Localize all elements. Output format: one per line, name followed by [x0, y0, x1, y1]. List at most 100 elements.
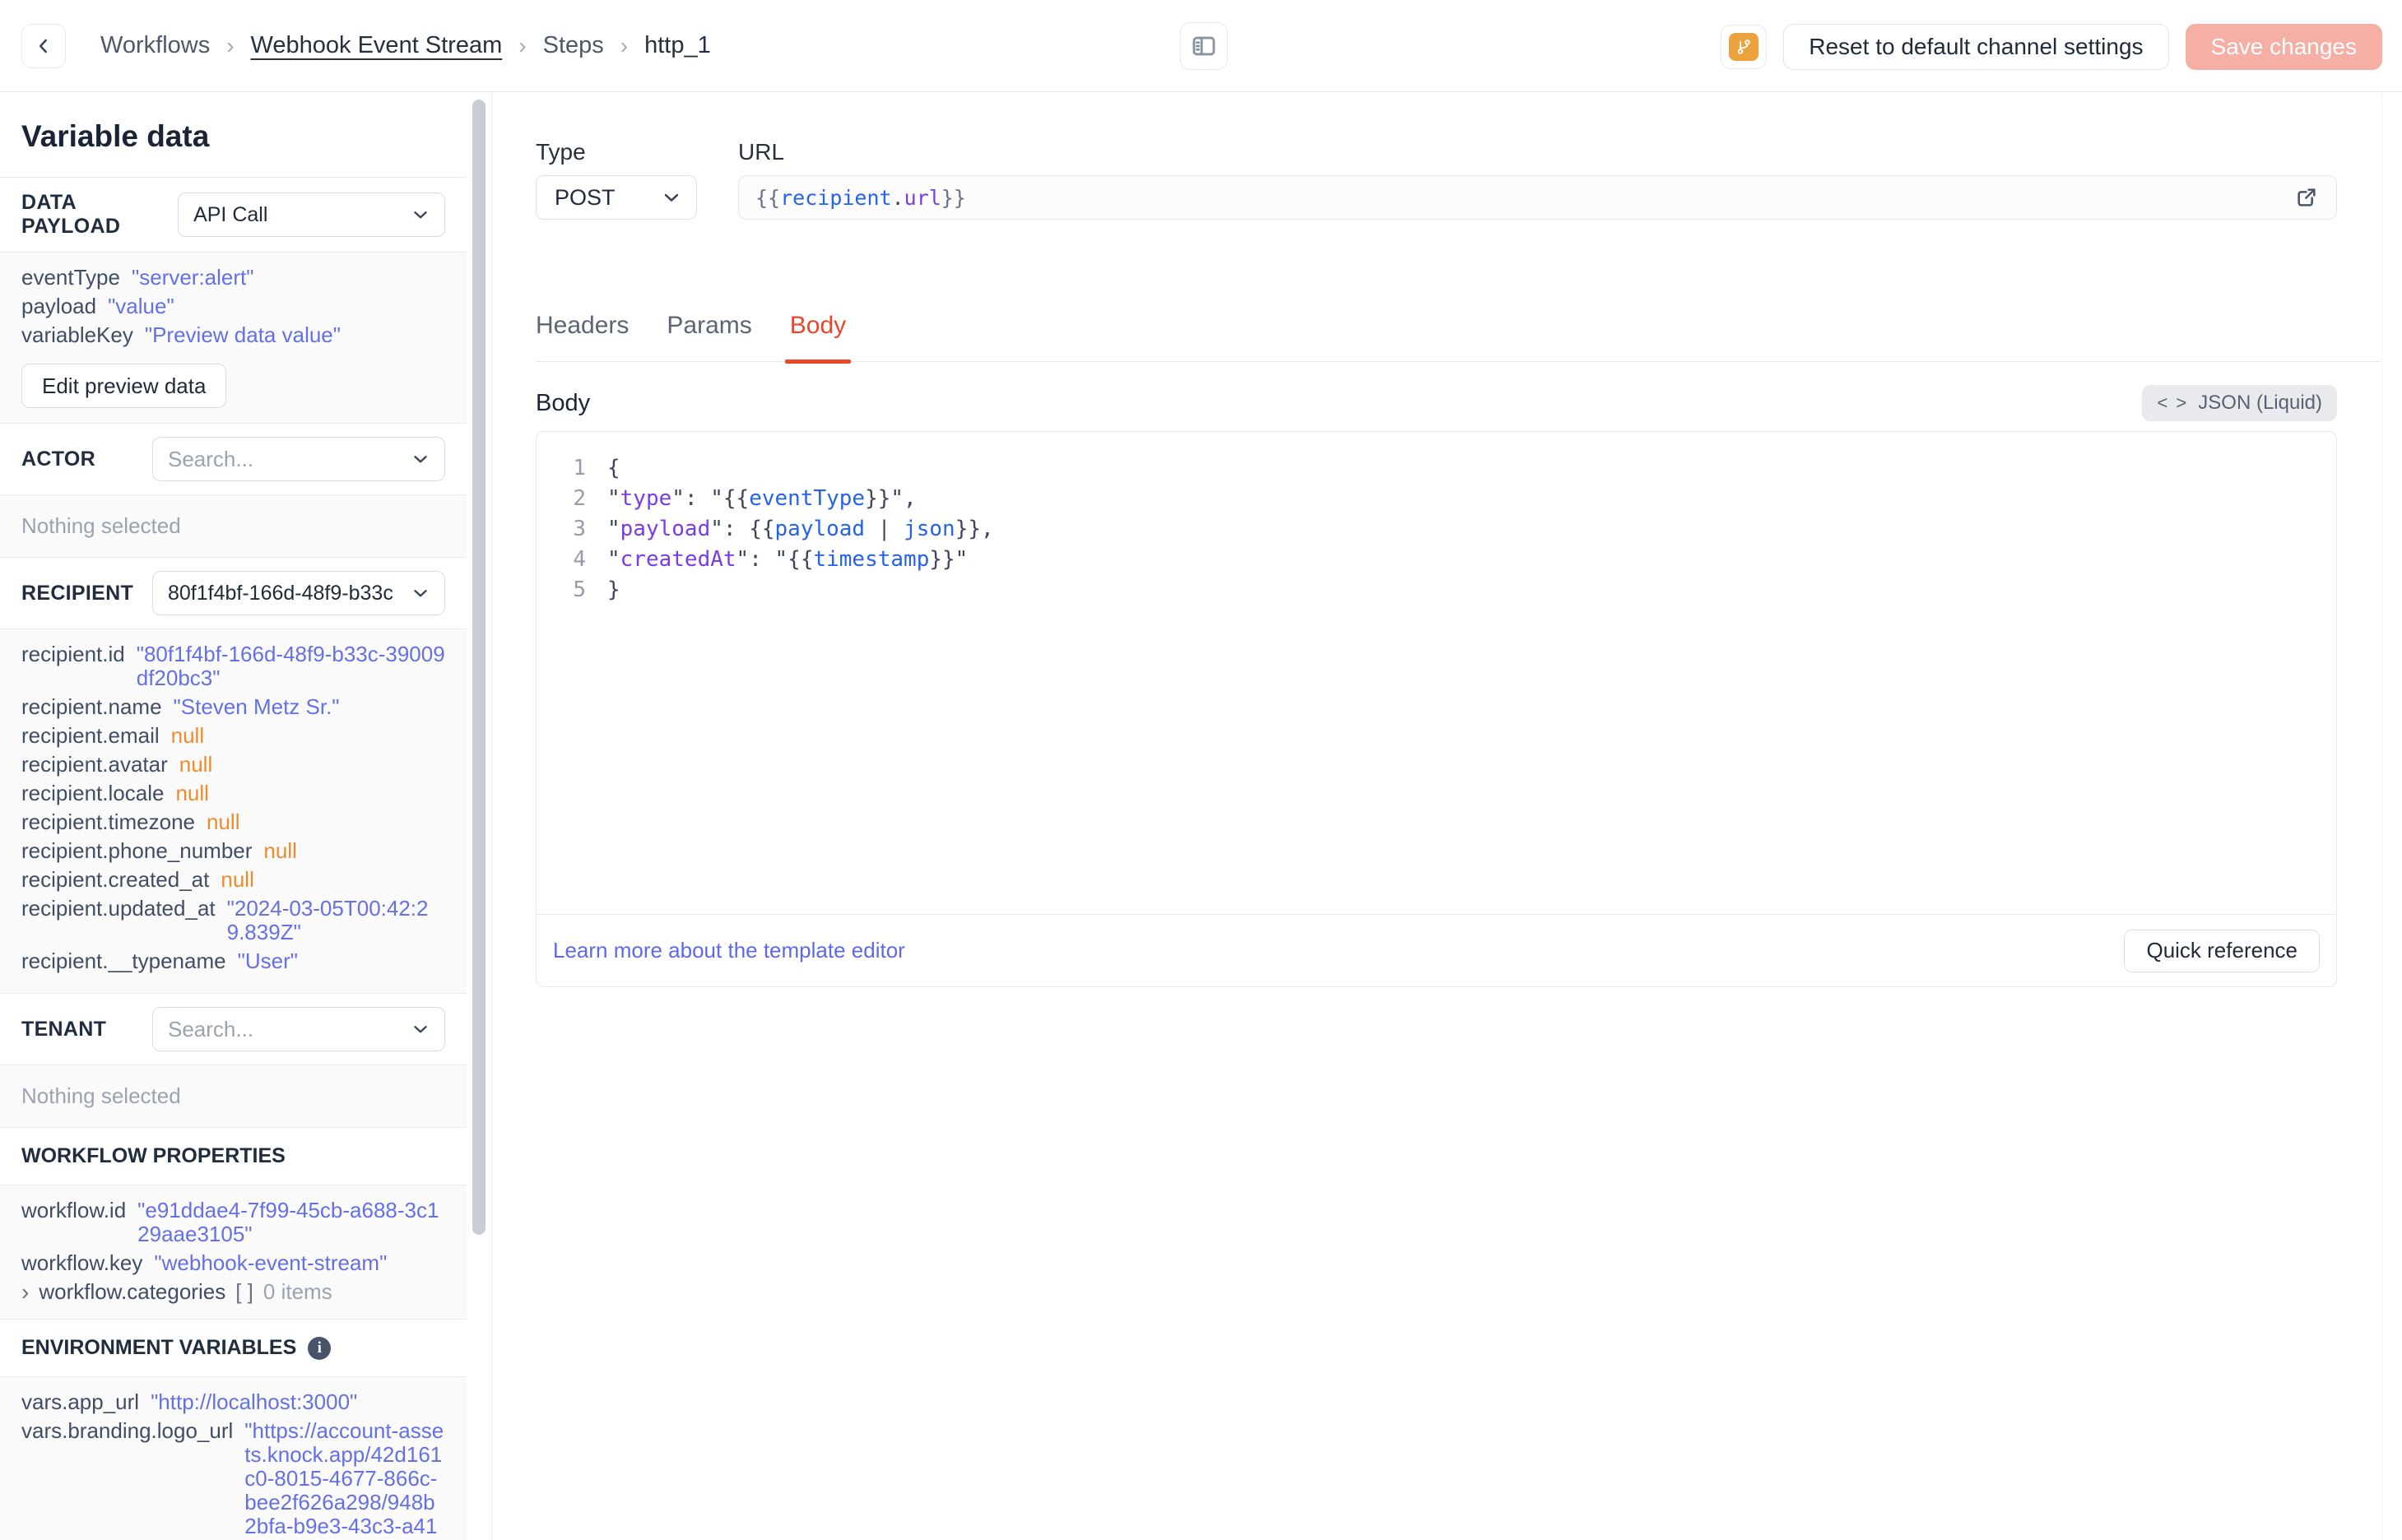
field-value: null — [221, 867, 254, 892]
field-key: eventType — [21, 265, 120, 290]
variable-data-sidebar: Variable data DATA PAYLOAD API Call even… — [0, 93, 492, 1540]
tenant-label: TENANT — [21, 1017, 107, 1041]
code-token: " — [607, 486, 620, 511]
toggle-sidebar-button[interactable] — [1180, 22, 1228, 70]
environment-fields: vars.app_url "http://localhost:3000" vars.… — [0, 1377, 467, 1540]
chevron-right-icon[interactable]: › — [21, 1280, 29, 1303]
field-key: workflow.id — [21, 1198, 127, 1222]
field-value: null — [170, 723, 205, 748]
language-badge[interactable]: < > JSON (Liquid) — [2142, 385, 2337, 421]
field-row: recipient.phone_number null — [21, 839, 445, 863]
code-token: ": "{{ — [736, 547, 814, 572]
code-line: 5} — [537, 575, 2336, 605]
tab-params[interactable]: Params — [667, 312, 751, 361]
field-key: payload — [21, 294, 97, 318]
field-key: vars.branding.logo_url — [21, 1418, 234, 1443]
save-changes-button[interactable]: Save changes — [2185, 24, 2382, 70]
field-row: recipient.email null — [21, 724, 445, 748]
field-key: vars.app_url — [21, 1389, 140, 1414]
breadcrumb-item-workflows[interactable]: Workflows — [100, 32, 210, 59]
field-row: eventType "server:alert" — [21, 266, 445, 290]
tab-headers[interactable]: Headers — [536, 312, 629, 361]
actor-search-select[interactable] — [152, 437, 445, 481]
field-value: "User" — [237, 949, 298, 973]
code-token: eventType — [749, 486, 866, 511]
template-editor-docs-link[interactable]: Learn more about the template editor — [553, 938, 905, 963]
code-token: recipient — [780, 185, 892, 210]
field-value: "webhook-event-stream" — [154, 1250, 388, 1275]
code-text: { — [607, 453, 620, 484]
recipient-select[interactable]: 80f1f4bf-166d-48f9-b33c — [152, 571, 445, 615]
line-number: 3 — [573, 517, 586, 541]
code-token: | — [865, 517, 904, 541]
code-token: }}", — [865, 486, 917, 511]
field-row: variableKey "Preview data value" — [21, 323, 445, 347]
code-token: " — [607, 547, 620, 572]
sidebar-scrollbar[interactable] — [472, 100, 486, 1235]
sidebar-title: Variable data — [21, 119, 210, 153]
code-token: payload — [620, 517, 711, 541]
environment-variables-heading: ENVIRONMENT VARIABLES — [21, 1336, 297, 1359]
recipient-label: RECIPIENT — [21, 581, 134, 605]
code-token: createdAt — [620, 547, 736, 572]
code-text: "payload": {{payload | json}}, — [607, 514, 994, 545]
field-key: variableKey — [21, 322, 133, 347]
code-token: ": "{{ — [671, 486, 750, 511]
tenant-search-input[interactable] — [168, 1016, 410, 1042]
reset-channel-settings-button[interactable]: Reset to default channel settings — [1783, 24, 2169, 70]
field-row: vars.app_url "http://localhost:3000" — [21, 1390, 445, 1414]
recipient-selected: 80f1f4bf-166d-48f9-b33c — [168, 581, 393, 605]
code-token: } — [607, 578, 620, 602]
back-button[interactable] — [21, 23, 66, 68]
code-token: }}, — [955, 517, 994, 541]
actor-search-input[interactable] — [168, 446, 410, 472]
http-method-select[interactable]: POST — [536, 175, 697, 220]
external-link-icon[interactable] — [2293, 184, 2320, 211]
code-line: 4 "createdAt": "{{timestamp}}" — [537, 545, 2336, 575]
code-token: . — [891, 185, 904, 210]
field-value: "2024-03-05T00:42:29.839Z" — [226, 896, 429, 944]
breadcrumb-item-http-1[interactable]: http_1 — [644, 32, 711, 59]
tab-body[interactable]: Body — [784, 312, 852, 364]
field-value: "http://localhost:3000" — [151, 1389, 358, 1414]
field-key: recipient.locale — [21, 781, 165, 805]
commit-changes-button[interactable] — [1721, 25, 1768, 69]
breadcrumb-item-steps[interactable]: Steps — [543, 32, 604, 59]
type-label: Type — [536, 139, 586, 165]
code-line: 3 "payload": {{payload | json}}, — [537, 514, 2336, 545]
field-key: workflow.categories — [39, 1279, 226, 1304]
chevron-down-icon — [410, 448, 431, 470]
workflow-fields: workflow.id "e91ddae4-7f99-45cb-a688-3c12… — [0, 1185, 467, 1320]
field-row: recipient.avatar null — [21, 753, 445, 777]
chevron-left-icon — [33, 35, 54, 57]
quick-reference-button[interactable]: Quick reference — [2124, 929, 2320, 972]
field-row: recipient.name "Steven Metz Sr." — [21, 695, 445, 719]
git-branch-icon — [1729, 33, 1759, 61]
field-row: workflow.id "e91ddae4-7f99-45cb-a688-3c12… — [21, 1199, 445, 1246]
url-input[interactable]: {{recipient.url}} — [738, 175, 2337, 220]
data-payload-select[interactable]: API Call — [178, 192, 445, 237]
tenant-search-select[interactable] — [152, 1007, 445, 1051]
breadcrumb-separator: › — [620, 32, 629, 58]
field-row: payload "value" — [21, 295, 445, 318]
scroll-gutter-divider — [2381, 93, 2382, 1540]
info-icon[interactable]: i — [308, 1336, 332, 1360]
code-text: "createdAt": "{{timestamp}}" — [607, 545, 968, 575]
code-editor[interactable]: 1{2 "type": "{{eventType}}", 3 "payload": {… — [537, 432, 2336, 914]
field-key: recipient.phone_number — [21, 838, 253, 863]
chevron-down-icon — [410, 204, 431, 225]
field-row: recipient.created_at null — [21, 868, 445, 892]
language-badge-label: JSON (Liquid) — [2198, 392, 2322, 414]
workflow-categories-row[interactable]: › workflow.categories [ ] 0 items — [21, 1280, 445, 1304]
code-line: 1{ — [537, 453, 2336, 484]
type-group: Type POST — [536, 139, 697, 220]
chevron-down-icon — [410, 1018, 431, 1040]
field-key: recipient.created_at — [21, 867, 210, 892]
tenant-empty-state: Nothing selected — [0, 1065, 467, 1128]
body-template-editor: 1{2 "type": "{{eventType}}", 3 "payload": {… — [536, 431, 2337, 987]
request-editor-panel: Type POST URL {{recipient.url}} Headers … — [493, 93, 2402, 1540]
code-line: 2 "type": "{{eventType}}", — [537, 484, 2336, 514]
edit-preview-data-button[interactable]: Edit preview data — [21, 364, 227, 408]
field-value: null — [207, 809, 240, 834]
breadcrumb-item-webhook-event-stream[interactable]: Webhook Event Stream — [251, 32, 503, 59]
